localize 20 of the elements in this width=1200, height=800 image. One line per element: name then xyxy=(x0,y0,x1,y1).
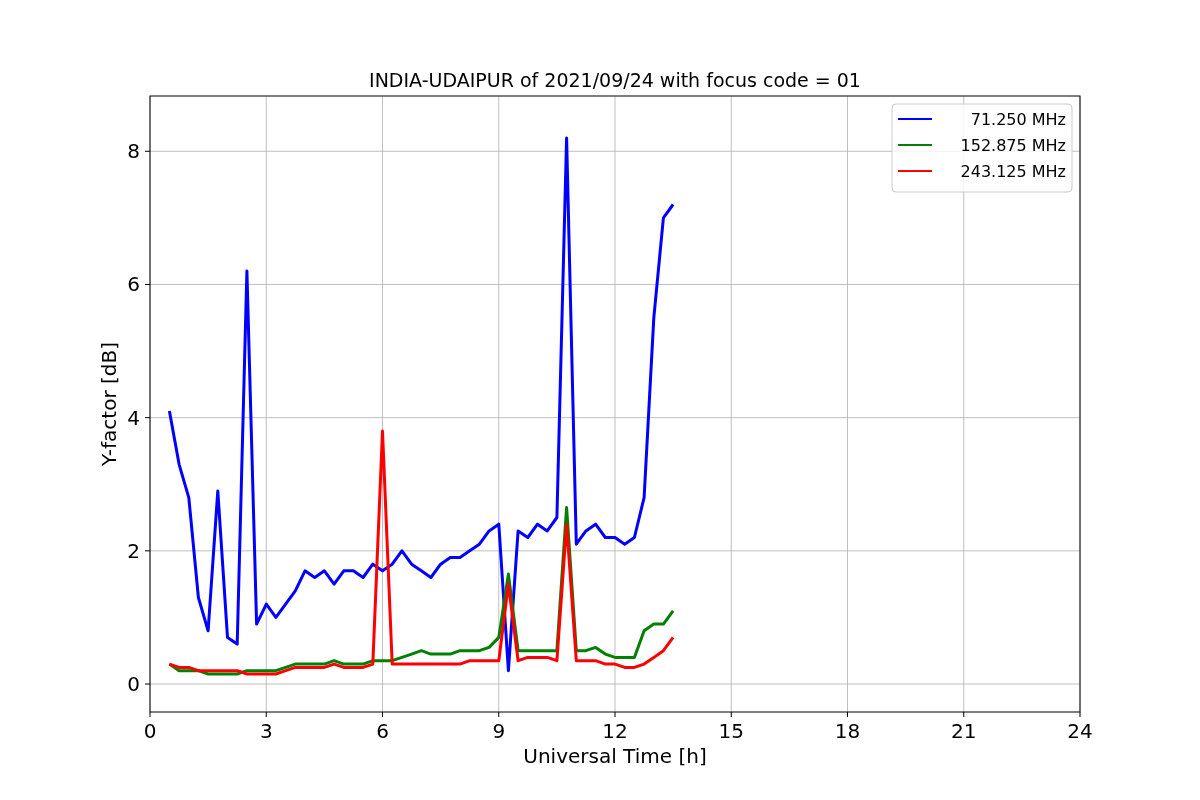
x-tick-label: 3 xyxy=(259,719,273,743)
y-tick-label: 4 xyxy=(127,405,140,430)
chart-title: INDIA-UDAIPUR of 2021/09/24 with focus code = 01 xyxy=(369,69,861,91)
legend-label: 152.875 MHz xyxy=(960,136,1066,155)
x-tick-label: 24 xyxy=(1067,719,1093,743)
legend-label: 71.250 MHz xyxy=(970,110,1066,129)
legend-label: 243.125 MHz xyxy=(960,162,1066,181)
x-tick-label: 9 xyxy=(492,719,506,743)
y-tick-label: 0 xyxy=(127,672,140,697)
x-axis-label: Universal Time [h] xyxy=(523,744,707,768)
y-tick-label: 2 xyxy=(127,538,140,563)
x-tick-label: 6 xyxy=(376,719,389,743)
x-tick-label: 0 xyxy=(143,719,157,743)
x-tick-label: 15 xyxy=(718,719,744,743)
x-tick-label: 18 xyxy=(834,719,861,743)
y-tick-label: 6 xyxy=(127,272,140,297)
y-tick-label: 8 xyxy=(127,139,140,164)
x-tick-label: 12 xyxy=(602,719,628,743)
y-axis-label: Y-factor [dB] xyxy=(97,342,121,466)
x-tick-label: 21 xyxy=(951,719,977,743)
